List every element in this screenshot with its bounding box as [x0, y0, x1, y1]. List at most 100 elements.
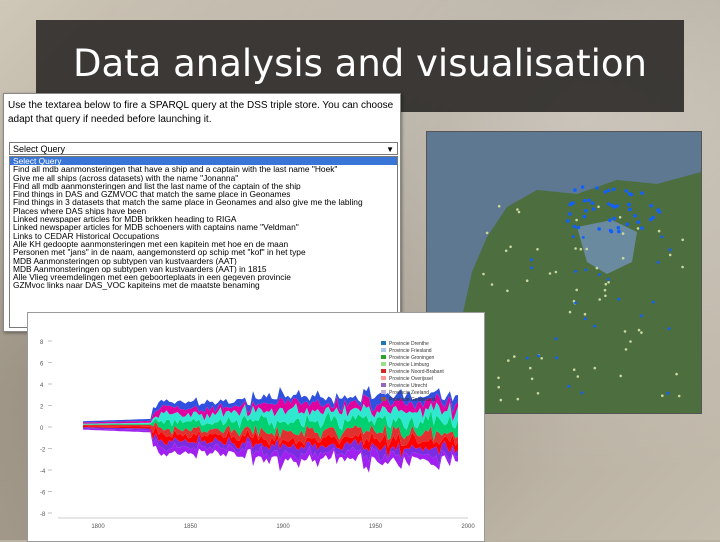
map-ship-marker [636, 220, 641, 224]
map-place-dot [579, 247, 583, 251]
map-place-dot [506, 289, 509, 293]
query-option[interactable]: Personen met "jans" in de naam, aangemon… [10, 248, 397, 256]
query-option[interactable]: Linked newspaper articles for MDB schoen… [10, 223, 397, 231]
chevron-down-icon[interactable]: ▼ [386, 143, 394, 156]
x-tick-label: 1900 [276, 524, 290, 530]
map-ship-marker [530, 258, 533, 262]
map-ship-marker [582, 214, 587, 219]
legend-swatch [381, 390, 386, 394]
map-place-dot [576, 375, 580, 378]
map-place-dot [675, 372, 678, 376]
map-place-dot [574, 247, 577, 250]
map-ship-marker [608, 218, 612, 222]
map-place-dot [636, 227, 640, 230]
map-place-dot [621, 256, 625, 260]
legend-label: Provincie Drenthe [389, 341, 429, 347]
map-ship-marker [656, 208, 660, 212]
legend-swatch [381, 376, 386, 380]
query-option[interactable]: Select Query [10, 157, 397, 166]
map-ship-marker [612, 205, 617, 209]
legend-swatch [381, 348, 386, 352]
query-option[interactable]: Give me all ships (across datasets) with… [10, 174, 397, 182]
legend-label: Provincie Gelderland [389, 397, 436, 403]
map-ship-marker [656, 260, 660, 264]
query-option[interactable]: MDB Aanmonsteringen op subtypen van kust… [10, 265, 397, 273]
x-tick-label: 1850 [184, 524, 198, 530]
query-option[interactable]: Linked newspaper articles for MDB brikke… [10, 215, 397, 223]
map-ship-marker [609, 229, 614, 234]
map-ship-marker [624, 189, 629, 193]
map-place-dot [490, 283, 494, 286]
map-ship-marker [628, 207, 632, 212]
query-option[interactable]: Find things in DAS and GZMVOC that match… [10, 190, 397, 198]
legend-label: Provincie Limburg [389, 362, 429, 368]
query-option[interactable]: Alle Vlieg vreemdelingen met een geboort… [10, 273, 397, 281]
map-ship-marker [584, 208, 588, 213]
map-ship-marker [625, 222, 630, 227]
query-option[interactable]: Find things in 3 datasets that match the… [10, 198, 397, 206]
map-ship-marker [652, 300, 655, 304]
query-option[interactable]: Alle KH gedoopte aanmonsteringen met een… [10, 240, 397, 248]
map-ship-marker [525, 356, 529, 360]
query-option-list[interactable]: Select Query Find all mdb aanmonsteringen… [9, 156, 398, 328]
map-place-dot [621, 232, 625, 235]
map-ship-marker [554, 337, 558, 341]
map-place-dot [482, 272, 485, 276]
map-ship-marker [597, 227, 601, 231]
slide-title: Data analysis and visualisation [72, 42, 647, 85]
legend-label: Provincie Groningen [389, 355, 435, 361]
map-place-dot [681, 238, 684, 242]
y-tick-label: 2 [40, 405, 44, 411]
map-place-dot [604, 282, 608, 286]
map-ship-marker [580, 391, 584, 395]
map-place-dot [661, 394, 664, 398]
map-ship-marker [627, 202, 631, 207]
map-place-dot [525, 279, 529, 282]
query-option[interactable]: Places where DAS ships have been [10, 207, 397, 215]
y-tick-label: 8 [40, 340, 44, 346]
map-ship-marker [607, 188, 611, 193]
query-option[interactable]: GZMvoc links naar DAS_VOC kapiteins met … [10, 281, 397, 289]
query-option[interactable]: Links to CEDAR Historical Occupations [10, 232, 397, 240]
streamgraph-chart: 8 6 4 2 0 -2 -4 -6 -8 1800 1850 1900 1950 2000 Provinc… [27, 312, 485, 542]
map-place-dot [618, 216, 622, 219]
map-place-dot [593, 366, 597, 370]
x-tick-label: 1800 [91, 524, 105, 530]
map-place-dot [619, 374, 622, 378]
y-tick-label: -2 [40, 448, 46, 454]
query-select-value: Select Query [13, 144, 66, 154]
map-ship-marker [573, 188, 577, 192]
legend-swatch [381, 355, 386, 359]
map-ship-marker [633, 214, 637, 218]
map-place-dot [513, 355, 516, 358]
y-tick-label: 0 [40, 426, 44, 432]
legend-label: Provincie Overijssel [389, 376, 433, 382]
x-tick-label: 1950 [369, 524, 383, 530]
legend-label: Provincie Zeeland [389, 390, 429, 396]
y-tick-label: -8 [40, 512, 46, 518]
map-place-dot [568, 310, 572, 314]
map-ship-marker [649, 217, 653, 222]
query-panel: Use the textarea below to fire a SPARQL … [3, 93, 401, 332]
query-select[interactable]: Select Query ▼ [9, 142, 398, 155]
map-place-dot [509, 245, 512, 249]
query-option[interactable]: Find all mdb aanmonsteringen and list th… [10, 182, 397, 190]
map-ship-marker [593, 324, 596, 328]
map-place-dot [517, 210, 521, 214]
map-ship-marker [595, 186, 599, 190]
map-ship-marker [606, 278, 610, 281]
streamgraph-svg: 8 6 4 2 0 -2 -4 -6 -8 1800 1850 1900 1950 2000 Provinc… [40, 340, 475, 530]
legend-swatch [381, 362, 386, 366]
map-ship-marker [591, 207, 596, 211]
map-place-dot [677, 394, 681, 398]
legend-label: Provincie Friesland [389, 348, 432, 354]
map-place-dot [598, 298, 601, 301]
legend-swatch [381, 341, 386, 345]
map-ship-marker [649, 203, 653, 208]
query-option[interactable]: Find all mdb aanmonsteringen that have a… [10, 165, 397, 173]
query-option[interactable]: MDB Aanmonsteringen op subtypen van kust… [10, 257, 397, 265]
map-ship-marker [612, 216, 617, 221]
legend-label: Provincie Noord-Brabant [389, 369, 444, 375]
map-ship-marker [584, 268, 588, 272]
map-place-dot [575, 288, 578, 292]
